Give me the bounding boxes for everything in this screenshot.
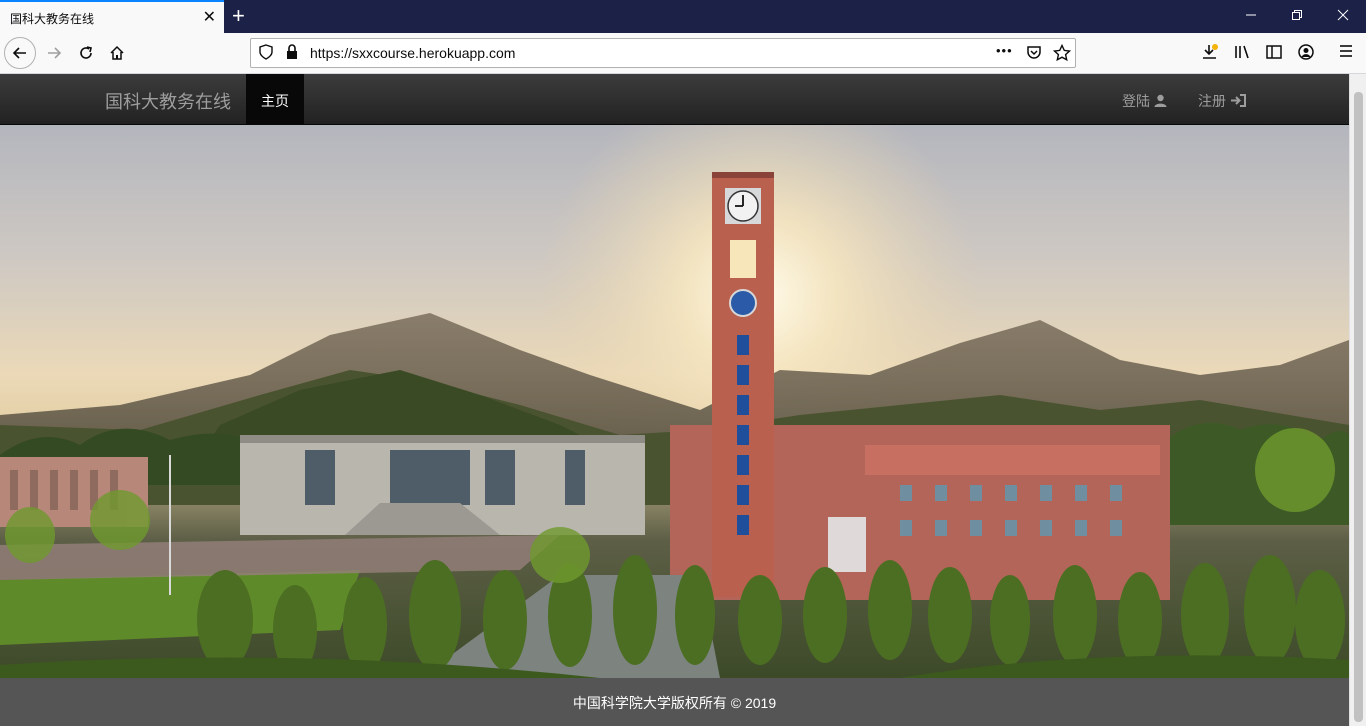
site-navbar: 国科大教务在线 主页 登陆 注册 <box>0 74 1349 125</box>
nav-login-link[interactable]: 登陆 <box>1122 91 1167 111</box>
downloads-icon[interactable] <box>1201 43 1219 66</box>
tab-title: 国科大教务在线 <box>10 12 95 26</box>
sidebar-icon[interactable] <box>1265 43 1283 66</box>
browser-tab-strip: 国科大教务在线 ✕ + <box>0 0 1366 33</box>
library-icon[interactable] <box>1233 43 1251 66</box>
menu-hamburger-icon[interactable] <box>1338 43 1354 64</box>
page-actions-icon[interactable]: ••• <box>996 43 1013 58</box>
forward-arrow-icon[interactable] <box>38 37 70 69</box>
nav-register-label: 注册 <box>1198 93 1226 109</box>
bookmark-star-icon[interactable] <box>1052 43 1072 65</box>
site-brand[interactable]: 国科大教务在线 <box>105 88 231 114</box>
lock-icon[interactable] <box>286 44 298 63</box>
footer-copyright: 中国科学院大学版权所有 © 2019 <box>572 695 777 711</box>
browser-tab-active[interactable]: 国科大教务在线 ✕ <box>0 0 224 33</box>
reload-icon[interactable] <box>70 37 102 69</box>
nav-login-label: 登陆 <box>1122 93 1150 109</box>
home-icon[interactable] <box>101 37 133 69</box>
scrollbar-thumb[interactable] <box>1354 92 1363 722</box>
nav-item-home[interactable]: 主页 <box>246 74 304 124</box>
sign-in-icon <box>1230 94 1246 107</box>
new-tab-button[interactable]: + <box>232 3 245 29</box>
account-icon[interactable] <box>1297 43 1315 66</box>
nav-home-label: 主页 <box>261 93 289 109</box>
nav-register-link[interactable]: 注册 <box>1198 91 1246 111</box>
url-text: https://sxxcourse.herokuapp.com <box>310 45 516 61</box>
page-scrollbar[interactable] <box>1349 74 1366 726</box>
close-window-icon[interactable] <box>1320 4 1366 28</box>
back-arrow-icon[interactable] <box>4 37 36 69</box>
minimize-window-icon[interactable] <box>1228 4 1274 28</box>
tracking-shield-icon[interactable] <box>259 44 273 63</box>
user-icon <box>1154 94 1167 107</box>
hero-illustration <box>0 125 1349 678</box>
campus-hero-image <box>0 125 1349 678</box>
tab-close-icon[interactable]: ✕ <box>203 7 216 27</box>
address-bar[interactable]: https://sxxcourse.herokuapp.com ••• <box>250 38 1076 68</box>
browser-toolbar: https://sxxcourse.herokuapp.com ••• <box>0 33 1366 74</box>
page-viewport: 国科大教务在线 主页 登陆 注册 中国科学院大学版权所有 © 2019 <box>0 74 1349 726</box>
site-footer: 中国科学院大学版权所有 © 2019 <box>0 678 1349 726</box>
pocket-icon[interactable] <box>1026 44 1042 63</box>
restore-window-icon[interactable] <box>1274 4 1320 28</box>
